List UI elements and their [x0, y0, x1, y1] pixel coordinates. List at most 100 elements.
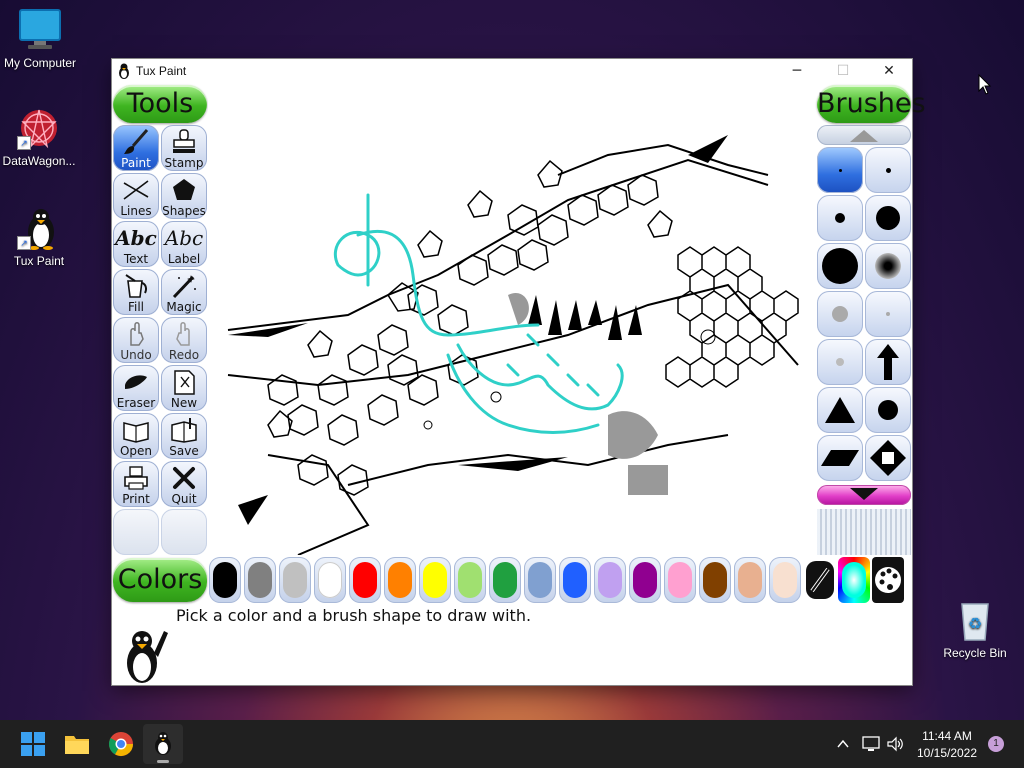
brush-option[interactable]	[865, 147, 911, 193]
brush-option[interactable]	[865, 291, 911, 337]
tool-label: Paint	[121, 156, 151, 170]
redo-hand-icon	[161, 318, 207, 350]
color-swatch[interactable]	[209, 557, 241, 603]
brush-option[interactable]	[817, 435, 863, 481]
color-swatch-fill	[318, 562, 342, 598]
brush-option[interactable]	[817, 387, 863, 433]
drawing-canvas[interactable]	[208, 85, 816, 555]
color-swatch[interactable]	[699, 557, 731, 603]
color-swatch-fill	[528, 562, 552, 598]
color-swatch[interactable]	[524, 557, 556, 603]
brush-option[interactable]	[817, 291, 863, 337]
color-swatch[interactable]	[594, 557, 626, 603]
brush-option[interactable]	[817, 243, 863, 289]
chevron-up-icon[interactable]	[836, 737, 850, 751]
color-swatch[interactable]	[559, 557, 591, 603]
close-button[interactable]: ✕	[866, 59, 912, 83]
brush-option[interactable]	[865, 387, 911, 433]
windows-start-icon[interactable]	[19, 730, 47, 758]
color-swatch[interactable]	[314, 557, 346, 603]
minimize-button[interactable]: ─	[774, 59, 820, 83]
color-swatch-fill	[213, 562, 237, 598]
brush-option[interactable]	[865, 243, 911, 289]
brush-preview-strip	[817, 509, 911, 555]
tool-label: Eraser	[116, 396, 156, 410]
color-picker-button[interactable]	[804, 557, 836, 603]
shortcut-arrow-icon: ↗	[17, 236, 31, 250]
tool-slot-empty	[161, 509, 207, 555]
color-swatch[interactable]	[629, 557, 661, 603]
color-swatch[interactable]	[384, 557, 416, 603]
brush-option[interactable]	[865, 339, 911, 385]
printer-icon	[113, 462, 159, 494]
color-swatch-fill	[283, 562, 307, 598]
taskbar-active-app[interactable]	[143, 724, 183, 764]
tool-magic[interactable]: Magic	[161, 269, 207, 315]
brush-option[interactable]	[817, 339, 863, 385]
tool-print[interactable]: Print	[113, 461, 159, 507]
color-swatch-fill	[458, 562, 482, 598]
desktop-icon-recycle-bin[interactable]: ♻ Recycle Bin	[936, 598, 1014, 660]
tool-text[interactable]: Abc Text	[113, 221, 159, 267]
color-swatch[interactable]	[419, 557, 451, 603]
new-page-icon	[161, 366, 207, 398]
color-palette-button[interactable]	[872, 557, 904, 603]
mouse-cursor-icon	[978, 74, 992, 95]
tool-eraser[interactable]: Eraser	[113, 365, 159, 411]
color-swatch[interactable]	[489, 557, 521, 603]
desktop-icon-my-computer[interactable]: My Computer	[0, 8, 80, 70]
tool-label-tool[interactable]: Abc Label	[161, 221, 207, 267]
speaker-icon[interactable]	[886, 736, 904, 752]
colors-header: Colors	[113, 558, 207, 602]
brush-option[interactable]	[865, 195, 911, 241]
color-swatch[interactable]	[664, 557, 696, 603]
desktop-icon-tux-paint[interactable]: ↗ Tux Paint	[0, 206, 79, 268]
tool-slot-empty	[113, 509, 159, 555]
tool-fill[interactable]: Fill	[113, 269, 159, 315]
brush-option[interactable]	[817, 147, 863, 193]
tool-lines[interactable]: Lines	[113, 173, 159, 219]
desktop-icon-label: Tux Paint	[13, 254, 65, 268]
brush-option[interactable]	[817, 195, 863, 241]
tool-new[interactable]: New	[161, 365, 207, 411]
brushes-scroll-down-button[interactable]	[817, 485, 911, 505]
tux-app-icon	[119, 63, 129, 79]
color-swatch[interactable]	[769, 557, 801, 603]
color-swatch[interactable]	[244, 557, 276, 603]
desktop-icon-datawagon[interactable]: ↗ DataWagon...	[0, 106, 79, 168]
network-icon[interactable]	[862, 736, 880, 752]
color-swatch[interactable]	[349, 557, 381, 603]
tux-paint-window: Tux Paint ─ ☐ ✕ Tools Paint Stamp Lines …	[112, 59, 926, 685]
clock[interactable]: 11:44 AM 10/15/2022	[912, 729, 982, 760]
file-explorer-icon[interactable]	[63, 730, 91, 758]
tool-redo[interactable]: Redo	[161, 317, 207, 363]
tool-open[interactable]: Open	[113, 413, 159, 459]
brush-round-icon	[878, 400, 898, 420]
tool-label: Fill	[127, 300, 145, 314]
tool-save[interactable]: Save	[161, 413, 207, 459]
rainbow-color-button[interactable]	[838, 557, 870, 603]
notification-badge[interactable]: 1	[988, 736, 1004, 752]
color-swatch-fill	[388, 562, 412, 598]
canvas-artwork	[227, 135, 799, 555]
brush-option[interactable]	[865, 435, 911, 481]
tool-shapes[interactable]: Shapes	[161, 173, 207, 219]
tool-label: Save	[169, 444, 199, 458]
brush-arrow-icon	[877, 344, 899, 380]
quit-x-icon	[161, 462, 207, 494]
color-swatch[interactable]	[734, 557, 766, 603]
pentagon-icon	[161, 174, 207, 206]
title-bar[interactable]: Tux Paint ─ ☐ ✕	[112, 59, 912, 83]
color-swatch[interactable]	[279, 557, 311, 603]
desktop-icon-label: Recycle Bin	[943, 646, 1007, 660]
color-swatch[interactable]	[454, 557, 486, 603]
tool-undo[interactable]: Undo	[113, 317, 159, 363]
maximize-button[interactable]: ☐	[820, 59, 866, 83]
tool-paint[interactable]: Paint	[113, 125, 159, 171]
tool-quit[interactable]: Quit	[161, 461, 207, 507]
tool-stamp[interactable]: Stamp	[161, 125, 207, 171]
lines-icon	[113, 174, 159, 206]
shortcut-arrow-icon: ↗	[17, 136, 31, 150]
chrome-icon[interactable]	[107, 730, 135, 758]
brushes-scroll-up-button[interactable]	[817, 125, 911, 145]
